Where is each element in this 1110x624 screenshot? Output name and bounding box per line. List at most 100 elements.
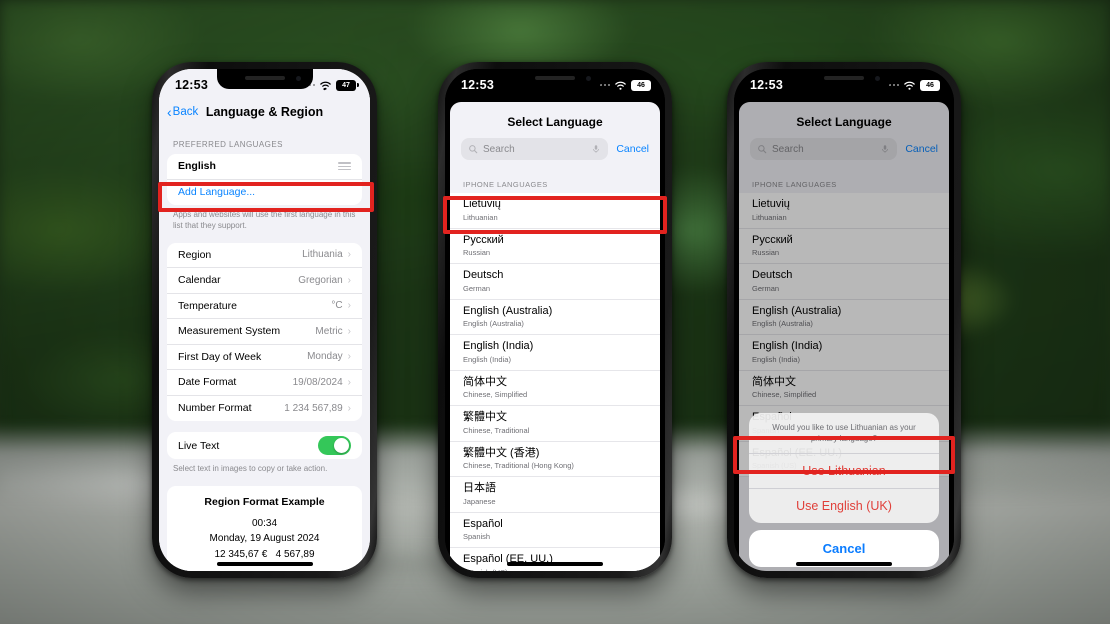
- language-native-name: 日本語: [463, 482, 496, 494]
- reorder-handle-icon[interactable]: [338, 162, 351, 171]
- add-language-label: Add Language...: [178, 186, 256, 199]
- language-english-name: Lithuanian: [463, 212, 498, 222]
- settings-row-label: Number Format: [178, 402, 252, 415]
- preferred-languages-header: PREFERRED LANGUAGES: [173, 140, 283, 149]
- language-item-english-india[interactable]: English (India) English (India): [450, 335, 660, 371]
- preferred-language-row-english[interactable]: English: [167, 154, 362, 180]
- language-english-name: Chinese, Simplified: [463, 390, 528, 400]
- use-lithuanian-button[interactable]: Use Lithuanian: [749, 454, 939, 489]
- primary-language-action-sheet: Would you like to use Lithuanian as your…: [749, 412, 939, 567]
- earpiece-speaker: [244, 76, 285, 80]
- phone-1-screen: 12:53 47 ‹ Back Language & Region PREFER…: [159, 69, 370, 571]
- settings-row-label: Temperature: [178, 299, 237, 312]
- search-input[interactable]: Search: [461, 138, 609, 160]
- language-item-chinese-simplified[interactable]: 简体中文 Chinese, Simplified: [450, 370, 660, 406]
- language-english-name: English (India): [463, 354, 511, 364]
- language-item-lithuanian[interactable]: Lietuvių Lithuanian: [450, 193, 660, 229]
- microphone-icon[interactable]: [591, 144, 601, 154]
- search-row: Search Cancel: [450, 138, 660, 169]
- notch: [216, 69, 313, 89]
- use-english-uk-button[interactable]: Use English (UK): [749, 489, 939, 523]
- settings-row-value: °C: [331, 300, 343, 312]
- settings-row-value: Monday: [307, 351, 343, 363]
- home-indicator[interactable]: [796, 562, 892, 566]
- phone-1-settings-body: ‹ Back Language & Region PREFERRED LANGU…: [159, 69, 370, 571]
- select-language-sheet: Select Language Search Cancel IPHONE LAN…: [739, 102, 949, 571]
- settings-row-label: Calendar: [178, 274, 221, 287]
- region-settings-card: Region Lithuania › Calendar Gregorian › Te…: [167, 242, 362, 422]
- language-item-english-australia[interactable]: English (Australia) English (Australia): [450, 299, 660, 335]
- notch: [796, 69, 892, 89]
- language-native-name: 繁體中文 (香港): [463, 446, 540, 459]
- language-native-name: English (Australia): [463, 304, 553, 317]
- settings-row-measurement-system[interactable]: Measurement System Metric ›: [167, 319, 362, 345]
- search-placeholder: Search: [483, 143, 515, 155]
- region-format-example-numbers: 12 345,67 € 4 567,89: [214, 548, 315, 560]
- live-text-toggle[interactable]: [318, 436, 351, 456]
- region-format-example-title: Region Format Example: [204, 495, 325, 508]
- chevron-right-icon: ›: [347, 376, 351, 388]
- back-button[interactable]: ‹ Back: [167, 105, 198, 119]
- front-camera: [875, 76, 880, 81]
- language-item-japanese[interactable]: 日本語 Japanese: [450, 477, 660, 513]
- region-format-example-date: Monday, 19 August 2024: [209, 533, 320, 545]
- cancel-search-button[interactable]: Cancel: [616, 143, 649, 155]
- settings-row-value: 19/08/2024: [292, 376, 343, 388]
- live-text-row[interactable]: Live Text: [167, 432, 362, 459]
- select-language-sheet: Select Language Search Cancel IPHONE LAN…: [450, 102, 660, 571]
- preferred-language-label: English: [178, 160, 216, 173]
- language-native-name: 简体中文: [463, 375, 507, 388]
- language-native-name: 繁體中文: [463, 411, 507, 423]
- home-indicator[interactable]: [216, 562, 313, 566]
- live-text-label: Live Text: [178, 439, 220, 452]
- live-text-footnote: Select text in images to copy or take ac…: [173, 464, 328, 474]
- settings-row-label: First Day of Week: [178, 350, 262, 363]
- language-item-spanish[interactable]: Español Spanish: [450, 512, 660, 548]
- phone-1-settings: 12:53 47 ‹ Back Language & Region PREFER…: [152, 62, 377, 578]
- settings-row-first-day-of-week[interactable]: First Day of Week Monday ›: [167, 345, 362, 371]
- chevron-right-icon: ›: [347, 300, 351, 312]
- phone-2-screen: 12:53 46 Select Language Search Cancel I…: [445, 69, 665, 571]
- language-english-name: Spanish (US): [463, 568, 647, 571]
- add-language-button[interactable]: Add Language...: [167, 180, 362, 206]
- language-english-name: Chinese, Traditional (Hong Kong): [463, 461, 574, 471]
- phone-2-select-language: 12:53 46 Select Language Search Cancel I…: [438, 62, 672, 578]
- language-item-chinese-traditional-hk[interactable]: 繁體中文 (香港) Chinese, Traditional (Hong Kon…: [450, 441, 660, 477]
- chevron-left-icon: ‹: [167, 104, 172, 120]
- screenshot-stage: 12:53 47 ‹ Back Language & Region PREFER…: [0, 0, 1110, 624]
- language-native-name: Deutsch: [463, 269, 504, 281]
- language-item-chinese-traditional[interactable]: 繁體中文 Chinese, Traditional: [450, 406, 660, 442]
- earpiece-speaker: [535, 76, 575, 80]
- notch: [507, 69, 603, 89]
- language-native-name: Español: [463, 517, 503, 530]
- settings-row-value: 1 234 567,89: [284, 402, 343, 414]
- settings-row-temperature[interactable]: Temperature °C ›: [167, 294, 362, 320]
- language-english-name: Chinese, Traditional: [463, 425, 530, 435]
- language-item-spanish-us[interactable]: Español (EE. UU.) Spanish (US): [450, 548, 660, 571]
- language-native-name: English (India): [463, 340, 534, 352]
- language-item-german[interactable]: Deutsch German: [450, 264, 660, 300]
- settings-row-label: Date Format: [178, 376, 237, 389]
- language-list: Lietuvių Lithuanian Русский Russian Deut…: [450, 193, 660, 571]
- settings-row-value: Gregorian: [298, 274, 343, 286]
- language-english-name: Russian: [463, 248, 491, 258]
- region-format-example-card: Region Format Example 00:34 Monday, 19 A…: [167, 485, 362, 571]
- settings-row-label: Region: [178, 248, 212, 261]
- settings-row-calendar[interactable]: Calendar Gregorian ›: [167, 268, 362, 294]
- language-english-name: Japanese: [463, 496, 496, 506]
- language-english-name: German: [463, 283, 491, 293]
- chevron-right-icon: ›: [347, 249, 351, 261]
- settings-row-region[interactable]: Region Lithuania ›: [167, 243, 362, 269]
- front-camera: [295, 76, 301, 81]
- home-indicator[interactable]: [507, 562, 603, 566]
- chevron-right-icon: ›: [347, 325, 351, 337]
- phone-3-screen: 12:53 46 Select Language Search Cancel I…: [734, 69, 954, 571]
- language-item-russian[interactable]: Русский Russian: [450, 228, 660, 264]
- settings-row-number-format[interactable]: Number Format 1 234 567,89 ›: [167, 396, 362, 422]
- back-button-label: Back: [172, 106, 199, 118]
- settings-row-value: Lithuania: [302, 249, 343, 261]
- front-camera: [586, 76, 591, 81]
- live-text-card: Live Text: [167, 432, 362, 460]
- settings-row-date-format[interactable]: Date Format 19/08/2024 ›: [167, 370, 362, 396]
- region-format-example-time: 00:34: [251, 517, 278, 529]
